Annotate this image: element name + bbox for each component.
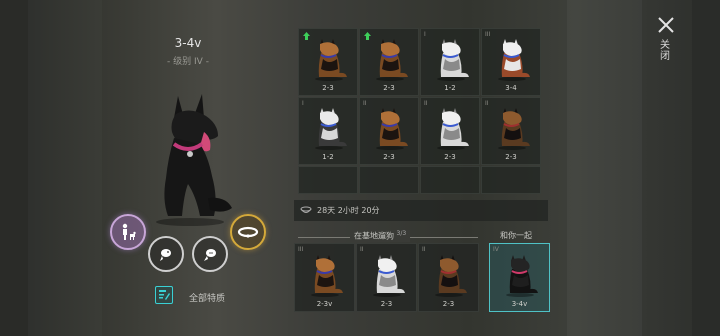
all-traits-label[interactable]: 全部特质 xyxy=(189,291,225,304)
companion-dog-cell[interactable]: IV 3-4v xyxy=(489,243,550,312)
kennel-dog-cell[interactable]: III 2-3v xyxy=(294,243,355,312)
collar-button[interactable] xyxy=(230,214,266,250)
dog-tier: II xyxy=(422,246,426,253)
dog-portrait xyxy=(498,39,530,81)
dog-age: 2-3 xyxy=(442,300,455,308)
dog-portrait xyxy=(506,255,538,297)
roster-dog-cell[interactable]: II 2-3 xyxy=(481,97,541,165)
empty-roster-slot[interactable] xyxy=(420,166,480,194)
dog-age: 2-3 xyxy=(383,153,395,161)
dog-age: 3-4 xyxy=(505,84,517,92)
roster-dog-cell[interactable]: II 2-3 xyxy=(359,97,419,165)
dog-age: 1-2 xyxy=(444,84,456,92)
dog-level: - 级别 IV - xyxy=(167,57,209,67)
dog-portrait xyxy=(498,108,530,150)
kennel-title: 在基地遛狗 3/3 xyxy=(350,230,411,242)
feed-button[interactable] xyxy=(148,236,184,272)
dog-portrait xyxy=(315,39,347,81)
dog-age: 3-4v xyxy=(511,300,528,308)
timer-bar: 28天 2小时 20分 xyxy=(294,200,548,221)
dog-tier: I xyxy=(302,100,304,107)
timer-text: 28天 2小时 20分 xyxy=(317,206,380,215)
food-bowl-icon xyxy=(300,206,312,213)
close-icon[interactable] xyxy=(655,14,677,36)
dog-age: 2-3v xyxy=(316,300,333,308)
empty-roster-slot[interactable] xyxy=(481,166,541,194)
dog-name: 3-4v xyxy=(174,36,202,50)
empty-roster-slot[interactable] xyxy=(359,166,419,194)
dog-age: 2-3 xyxy=(380,300,393,308)
kennel-count: 3/3 xyxy=(396,230,407,237)
treat-button[interactable] xyxy=(192,236,228,272)
dog-portrait xyxy=(376,39,408,81)
kennel-dog-cell[interactable]: II 2-3 xyxy=(418,243,479,312)
dog-roster-grid: 2-3 2-3 I 1-2 III 3-4 I 1-2 II 2-3 II 2-3 II 2-3 xyxy=(298,28,545,198)
selected-dog-model[interactable] xyxy=(138,88,243,228)
dog-age: 2-3 xyxy=(383,84,395,92)
left-backdrop-column xyxy=(28,0,102,336)
walk-with-dog-button[interactable] xyxy=(110,214,146,250)
dog-portrait xyxy=(435,255,467,297)
dog-age: 1-2 xyxy=(322,153,334,161)
traits-icon[interactable] xyxy=(155,286,173,304)
dog-tier: II xyxy=(485,100,489,107)
roster-dog-cell[interactable]: II 2-3 xyxy=(420,97,480,165)
left-edge xyxy=(0,0,28,336)
dog-portrait xyxy=(311,255,343,297)
treat-icon xyxy=(204,249,216,261)
feed-icon xyxy=(160,249,171,261)
dog-age: 2-3 xyxy=(505,153,517,161)
with-you-label: 和你一起 xyxy=(500,231,532,240)
dog-portrait xyxy=(373,255,405,297)
kennel-dog-cell[interactable]: II 2-3 xyxy=(356,243,417,312)
roster-dog-cell[interactable]: I 1-2 xyxy=(298,97,358,165)
dog-tier: II xyxy=(360,246,364,253)
close-label[interactable]: 关闭 xyxy=(658,40,672,62)
dog-portrait xyxy=(437,108,469,150)
dog-tier: II xyxy=(424,100,428,107)
dog-tier: III xyxy=(485,31,491,38)
dog-age: 2-3 xyxy=(322,84,334,92)
kennel-title-text: 在基地遛狗 xyxy=(354,231,394,241)
roster-dog-cell[interactable]: 2-3 xyxy=(359,28,419,96)
right-backdrop-column xyxy=(567,0,642,336)
empty-roster-slot[interactable] xyxy=(298,166,358,194)
roster-dog-cell[interactable]: 2-3 xyxy=(298,28,358,96)
dog-portrait xyxy=(315,108,347,150)
dog-tier: II xyxy=(363,100,367,107)
right-edge xyxy=(692,0,720,336)
dog-tier: I xyxy=(424,31,426,38)
dog-portrait xyxy=(376,108,408,150)
dog-tier: IV xyxy=(493,246,499,253)
dog-portrait xyxy=(437,39,469,81)
dog-tier: III xyxy=(298,246,304,253)
owner-with-dog-icon xyxy=(122,223,136,240)
roster-dog-cell[interactable]: I 1-2 xyxy=(420,28,480,96)
roster-dog-cell[interactable]: III 3-4 xyxy=(481,28,541,96)
collar-icon xyxy=(237,226,259,238)
dog-age: 2-3 xyxy=(444,153,456,161)
